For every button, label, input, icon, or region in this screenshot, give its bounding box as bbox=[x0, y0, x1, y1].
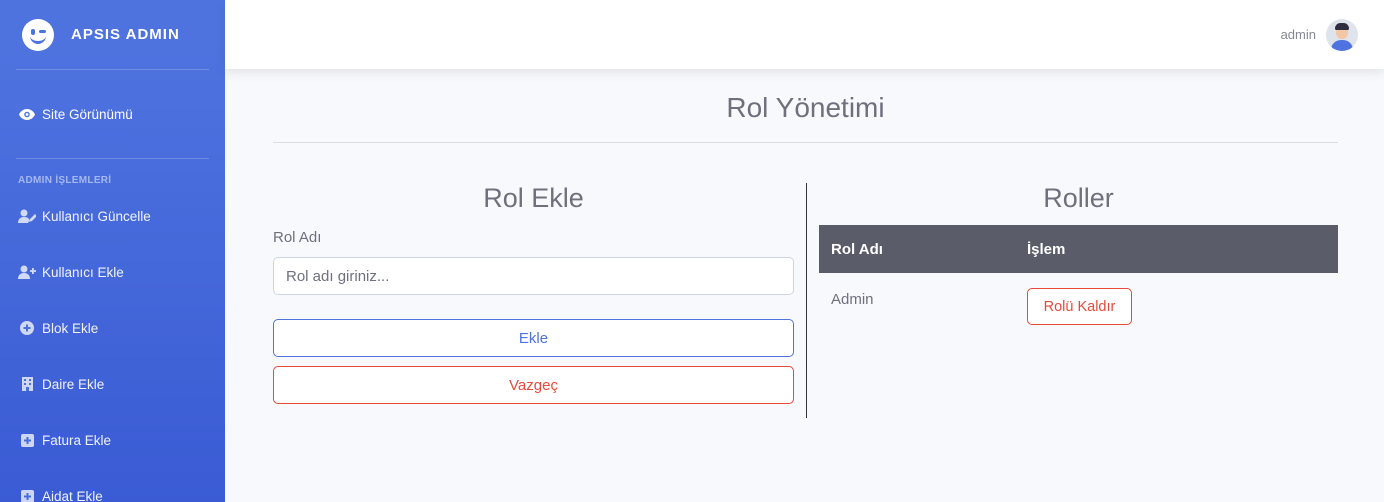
sidebar-item-dues-add[interactable]: Aidat Ekle bbox=[0, 468, 225, 502]
main-content: Rol Yönetimi Rol Ekle Rol Adı Ekle Vazge… bbox=[273, 69, 1338, 418]
add-button[interactable]: Ekle bbox=[273, 319, 794, 357]
plus-square-icon bbox=[18, 489, 36, 502]
content-columns: Rol Ekle Rol Adı Ekle Vazgeç Roller Rol … bbox=[273, 183, 1338, 418]
role-name-input[interactable] bbox=[273, 257, 794, 295]
table-row: Admin Rolü Kaldır bbox=[819, 273, 1338, 343]
laugh-wink-icon bbox=[22, 18, 54, 51]
column-header-role-name: Rol Adı bbox=[831, 240, 883, 258]
sidebar-item-label: Blok Ekle bbox=[42, 320, 99, 336]
plus-circle-icon bbox=[18, 321, 36, 335]
column-header-action: İşlem bbox=[1027, 240, 1066, 258]
brand[interactable]: APSIS ADMIN bbox=[0, 0, 225, 69]
roles-table: Rol Adı İşlem Admin Rolü Kaldır bbox=[819, 225, 1338, 343]
remove-role-button[interactable]: Rolü Kaldır bbox=[1027, 288, 1132, 325]
sidebar-item-label: Aidat Ekle bbox=[42, 488, 103, 502]
sidebar-item-apartment-add[interactable]: Daire Ekle bbox=[0, 356, 225, 412]
sidebar: APSIS ADMIN Site Görünümü ADMIN İŞLEMLER… bbox=[0, 0, 225, 502]
sidebar-item-site-view[interactable]: Site Görünümü bbox=[0, 70, 225, 158]
avatar[interactable] bbox=[1326, 18, 1358, 51]
sidebar-divider bbox=[16, 158, 209, 159]
sidebar-item-label: Daire Ekle bbox=[42, 376, 105, 392]
role-name-label: Rol Adı bbox=[273, 229, 322, 246]
brand-name: APSIS ADMIN bbox=[71, 26, 180, 43]
role-name-cell: Admin bbox=[831, 291, 874, 308]
table-header: Rol Adı İşlem bbox=[819, 225, 1338, 273]
add-role-panel: Rol Ekle Rol Adı Ekle Vazgeç bbox=[273, 183, 794, 404]
plus-square-icon bbox=[18, 433, 36, 447]
action-cell: Rolü Kaldır bbox=[1015, 288, 1132, 325]
sidebar-item-invoice-add[interactable]: Fatura Ekle bbox=[0, 412, 225, 468]
sidebar-heading: ADMIN İŞLEMLERİ bbox=[18, 175, 112, 186]
building-icon bbox=[18, 377, 36, 391]
user-plus-icon bbox=[18, 265, 36, 279]
sidebar-item-user-update[interactable]: Kullanıcı Güncelle bbox=[0, 188, 225, 244]
sidebar-item-label: Fatura Ekle bbox=[42, 432, 112, 448]
cancel-button[interactable]: Vazgeç bbox=[273, 366, 794, 404]
roles-panel: Roller Rol Adı İşlem Admin Rolü Kaldır bbox=[819, 183, 1338, 343]
sidebar-item-label: Kullanıcı Ekle bbox=[42, 264, 124, 280]
user-edit-icon bbox=[18, 209, 36, 223]
user-name[interactable]: admin bbox=[1281, 27, 1316, 42]
add-role-title: Rol Ekle bbox=[483, 183, 584, 213]
sidebar-item-block-add[interactable]: Blok Ekle bbox=[0, 300, 225, 356]
column-divider bbox=[806, 183, 807, 418]
eye-icon bbox=[18, 107, 36, 121]
sidebar-item-label: Site Görünümü bbox=[42, 106, 133, 122]
roles-title: Roller bbox=[1043, 183, 1114, 213]
page-title: Rol Yönetimi bbox=[726, 92, 885, 123]
title-divider bbox=[273, 142, 1338, 143]
sidebar-item-user-add[interactable]: Kullanıcı Ekle bbox=[0, 244, 225, 300]
topbar: admin bbox=[225, 0, 1384, 69]
sidebar-item-label: Kullanıcı Güncelle bbox=[42, 208, 151, 224]
